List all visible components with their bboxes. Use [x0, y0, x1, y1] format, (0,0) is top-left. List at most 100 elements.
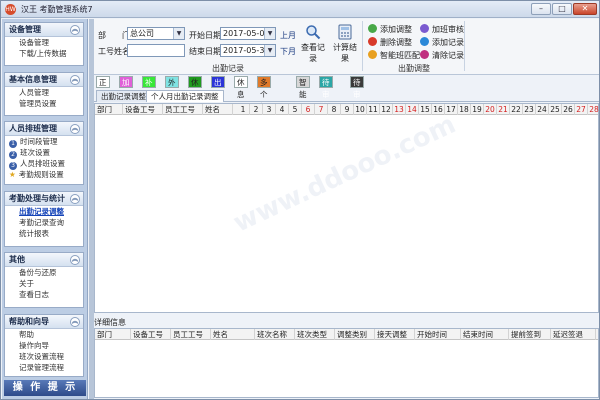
clear-record-button[interactable]: 清除记录: [420, 50, 464, 61]
day-column-header[interactable]: 1: [237, 104, 250, 115]
column-header[interactable]: 部门: [95, 104, 123, 115]
chevron-down-icon[interactable]: ▼: [264, 28, 275, 39]
detail-grid[interactable]: 部门 设备工号 员工工号 姓名 班次名称 班次类型 调整类别 接天调整 开始时间 结束时间 提前签到…: [94, 328, 599, 398]
sidebar-item-admin-settings[interactable]: 管理员设置: [5, 98, 83, 109]
detail-column-header[interactable]: 员工工号: [171, 329, 211, 340]
group-header[interactable]: 人员排班管理 ︽: [5, 122, 83, 136]
sidebar-item-about[interactable]: 关于: [5, 278, 83, 289]
detail-column-header[interactable]: 班次类型: [295, 329, 335, 340]
detail-column-header[interactable]: 班次名称: [255, 329, 295, 340]
detail-column-header[interactable]: 姓名: [211, 329, 255, 340]
star-icon: ★: [9, 170, 16, 179]
group-header[interactable]: 其他 ︽: [5, 253, 83, 267]
collapse-icon[interactable]: ︽: [70, 25, 80, 35]
sidebar-item-log[interactable]: 查看日志: [5, 289, 83, 300]
sidebar-item-shift-settings[interactable]: 2 班次设置: [5, 147, 83, 159]
sidebar-item-record-flow[interactable]: 记录管理流程: [5, 362, 83, 373]
group-header[interactable]: 帮助和向导 ︽: [5, 315, 83, 329]
day-column-header[interactable]: 28: [588, 104, 600, 115]
tab-monthly-adjust[interactable]: 个人月出勤记录调整: [146, 90, 224, 102]
column-header[interactable]: 姓名: [203, 104, 233, 115]
day-column-header[interactable]: 17: [445, 104, 458, 115]
detail-column-header[interactable]: 开始时间: [415, 329, 461, 340]
day-column-header[interactable]: 11: [367, 104, 380, 115]
chevron-down-icon[interactable]: ▼: [264, 45, 275, 56]
day-column-header[interactable]: 24: [536, 104, 549, 115]
name-input[interactable]: [127, 44, 185, 57]
detail-column-header[interactable]: 延迟签退: [551, 329, 596, 340]
sidebar-item-help[interactable]: 帮助: [5, 329, 83, 340]
day-column-header[interactable]: 14: [406, 104, 419, 115]
day-column-header[interactable]: 23: [523, 104, 536, 115]
overtime-review-button[interactable]: 加班审核: [420, 24, 464, 35]
group-header[interactable]: 基本信息管理 ︽: [5, 73, 83, 87]
day-column-header[interactable]: 27: [575, 104, 588, 115]
day-column-header[interactable]: 19: [471, 104, 484, 115]
sidebar-item-staff-schedule[interactable]: 3 人员排班设置: [5, 158, 83, 170]
sidebar-item-device-manage[interactable]: 设备管理: [5, 37, 83, 48]
smart-match-button[interactable]: 智能班匹配: [368, 50, 420, 61]
group-header[interactable]: 设备管理 ︽: [5, 23, 83, 37]
sidebar-item-backup[interactable]: 备份与还原: [5, 267, 83, 278]
sidebar-item-time-slot[interactable]: 1 时间段管理: [5, 136, 83, 148]
collapse-icon[interactable]: ︽: [70, 317, 80, 327]
close-button[interactable]: ✕: [573, 3, 597, 15]
day-column-header[interactable]: 16: [432, 104, 445, 115]
sidebar-item-wizard[interactable]: 操作向导: [5, 340, 83, 351]
start-date-picker[interactable]: 2017-05-01 ▼: [220, 27, 276, 40]
column-header[interactable]: 员工工号: [163, 104, 203, 115]
chevron-down-icon[interactable]: ▼: [173, 28, 184, 39]
day-column-header[interactable]: 8: [328, 104, 341, 115]
detail-column-header[interactable]: 结束时间: [461, 329, 509, 340]
add-adjust-button[interactable]: 添加调整: [368, 24, 412, 35]
day-column-header[interactable]: 7: [315, 104, 328, 115]
sidebar-item-record-adjust[interactable]: 出勤记录调整: [5, 206, 83, 217]
detail-column-header[interactable]: 部门: [95, 329, 131, 340]
group-header[interactable]: 考勤处理与统计 ︽: [5, 192, 83, 206]
delete-adjust-button[interactable]: 删除调整: [368, 37, 412, 48]
collapse-icon[interactable]: ︽: [70, 255, 80, 265]
day-column-header[interactable]: 10: [354, 104, 367, 115]
day-column-header[interactable]: 25: [549, 104, 562, 115]
calculate-button[interactable]: 计算结果: [330, 24, 360, 64]
maximize-button[interactable]: □: [552, 3, 572, 15]
day-column-header[interactable]: 5: [289, 104, 302, 115]
detail-column-header[interactable]: 提前签到: [509, 329, 551, 340]
sidebar-item-staff[interactable]: 人员管理: [5, 87, 83, 98]
tab-record-adjust[interactable]: 出勤记录调整: [96, 90, 151, 102]
day-column-header[interactable]: 2: [250, 104, 263, 115]
day-column-header[interactable]: 26: [562, 104, 575, 115]
column-header[interactable]: 设备工号: [123, 104, 163, 115]
day-column-header[interactable]: 6: [302, 104, 315, 115]
day-column-header[interactable]: 22: [510, 104, 523, 115]
minimize-button[interactable]: –: [531, 3, 551, 15]
detail-column-header[interactable]: 接天调整: [375, 329, 415, 340]
dept-select[interactable]: 总公司 ▼: [127, 27, 185, 40]
day-column-header[interactable]: 20: [484, 104, 497, 115]
operation-tip-button[interactable]: 操 作 提 示: [4, 380, 86, 396]
day-column-header[interactable]: 9: [341, 104, 354, 115]
day-column-header[interactable]: 15: [419, 104, 432, 115]
prev-month-link[interactable]: 上月: [280, 30, 296, 41]
end-date-picker[interactable]: 2017-05-31 ▼: [220, 44, 276, 57]
sidebar-item-download-upload[interactable]: 下载/上传数据: [5, 48, 83, 59]
add-record-button[interactable]: 添加记录: [420, 37, 464, 48]
detail-column-header[interactable]: 设备工号: [131, 329, 171, 340]
collapse-icon[interactable]: ︽: [70, 124, 80, 134]
day-column-header[interactable]: 13: [393, 104, 406, 115]
sidebar-item-reports[interactable]: 统计报表: [5, 228, 83, 239]
next-month-link[interactable]: 下月: [280, 46, 296, 57]
query-button[interactable]: 查看记录: [298, 24, 328, 64]
detail-column-header[interactable]: 调整类别: [335, 329, 375, 340]
collapse-icon[interactable]: ︽: [70, 194, 80, 204]
day-column-header[interactable]: 4: [276, 104, 289, 115]
day-column-header[interactable]: 3: [263, 104, 276, 115]
collapse-icon[interactable]: ︽: [70, 75, 80, 85]
sidebar-item-attendance-rules[interactable]: ★ 考勤规则设置: [5, 169, 83, 180]
day-column-header[interactable]: 21: [497, 104, 510, 115]
sidebar-item-shift-flow[interactable]: 班次设置流程: [5, 351, 83, 362]
attendance-grid[interactable]: 部门 设备工号 员工工号 姓名 1 2 3 4 5 6 7 8 9 10 11 12 13 14 15 16 17 18 1…: [94, 103, 599, 313]
sidebar-item-record-query[interactable]: 考勤记录查询: [5, 217, 83, 228]
day-column-header[interactable]: 12: [380, 104, 393, 115]
day-column-header[interactable]: 18: [458, 104, 471, 115]
